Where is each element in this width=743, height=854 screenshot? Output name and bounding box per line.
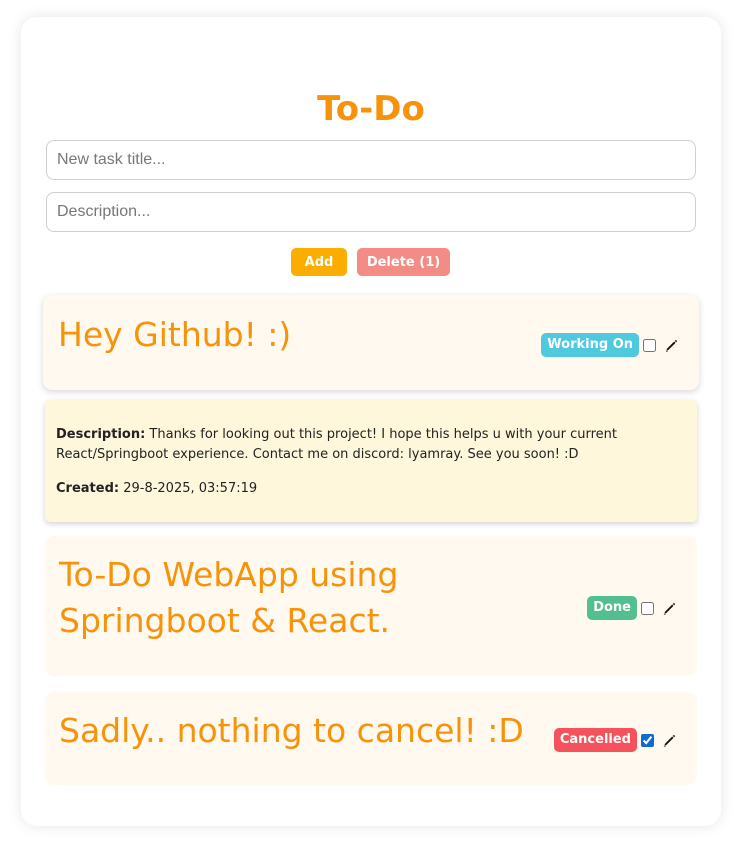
task-card-1[interactable]: Hey Github! :) Working On (43, 295, 699, 390)
task-card-3[interactable]: Sadly.. nothing to cancel! :D Cancelled (45, 692, 697, 785)
status-badge: Cancelled (553, 728, 637, 752)
task-checkbox[interactable] (643, 338, 656, 352)
status-badge: Working On (541, 333, 639, 357)
task-details-panel: Description: Thanks for looking out this… (45, 400, 697, 522)
description-input[interactable] (46, 192, 696, 232)
app-title: To-Do (317, 89, 425, 129)
status-badge: Done (587, 596, 637, 620)
todo-app-card: To-Do Add Delete (1) Hey Github! :) Work… (21, 17, 721, 826)
add-button[interactable]: Add (291, 248, 347, 276)
task-title: Hey Github! :) (58, 315, 292, 354)
delete-button[interactable]: Delete (1) (357, 248, 450, 276)
task-checkbox[interactable] (641, 601, 654, 615)
description-label: Description: (56, 427, 146, 442)
task-title: To-Do WebApp using Springboot & React. (59, 555, 399, 640)
task-checkbox[interactable] (641, 733, 654, 747)
task-controls: Cancelled (553, 728, 678, 752)
task-card-2[interactable]: To-Do WebApp using Springboot & React. D… (45, 536, 697, 676)
created-value: 29-8-2025, 03:57:19 (123, 481, 258, 496)
created-label: Created: (56, 481, 120, 496)
new-task-title-input[interactable] (46, 140, 696, 180)
description-line: Description: Thanks for looking out this… (56, 425, 687, 465)
pencil-icon[interactable] (664, 337, 680, 353)
task-title: Sadly.. nothing to cancel! :D (59, 711, 524, 750)
task-controls: Working On (541, 333, 680, 357)
task-controls: Done (587, 596, 678, 620)
created-line: Created: 29-8-2025, 03:57:19 (56, 479, 687, 499)
pencil-icon[interactable] (662, 600, 678, 616)
pencil-icon[interactable] (662, 732, 678, 748)
